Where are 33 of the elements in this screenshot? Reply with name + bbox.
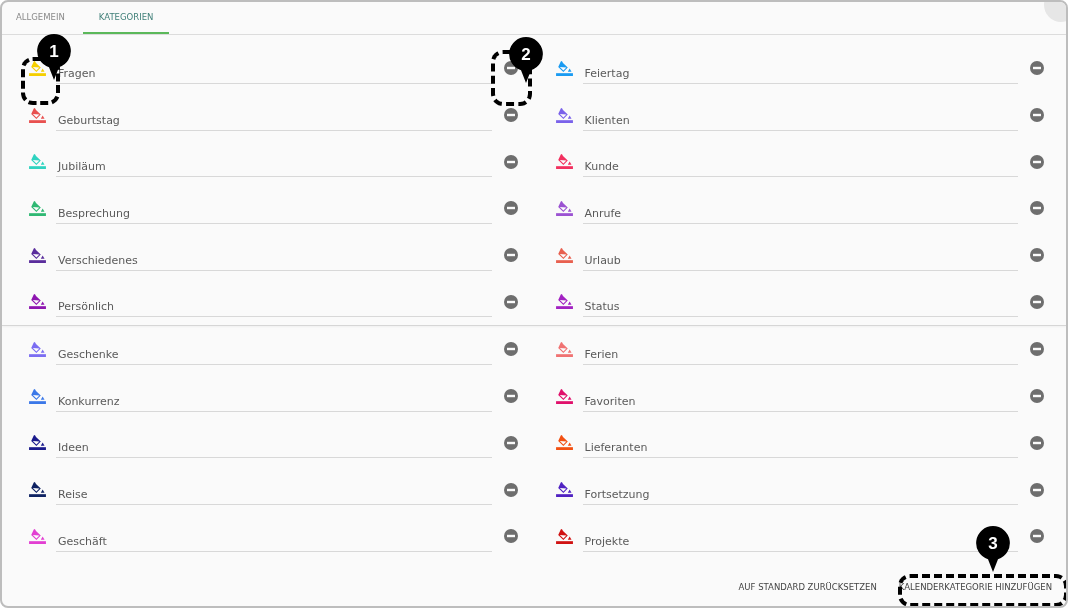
text-button[interactable]: AUF STANDARD ZURÜCKSETZEN — [734, 578, 881, 596]
category-name-field[interactable]: Ideen — [58, 441, 89, 455]
paint-bucket-icon[interactable] — [29, 482, 46, 498]
category-name-field[interactable]: Favoriten — [584, 394, 636, 408]
category-name-field[interactable]: Jubiläum — [58, 160, 106, 174]
paint-bucket-icon[interactable] — [29, 435, 46, 451]
category-name-field[interactable]: Klienten — [584, 113, 630, 127]
paint-bucket-icon[interactable] — [29, 247, 46, 263]
text-button[interactable]: KALENDERKATEGORIE HINZUFÜGEN — [894, 578, 1056, 596]
category-name-field[interactable]: Projekte — [584, 534, 630, 548]
category-name-field[interactable]: Ferien — [584, 347, 619, 361]
category-name-field[interactable]: Reise — [58, 488, 88, 502]
category-name-field[interactable]: Urlaub — [584, 253, 621, 267]
category-name-field[interactable]: Verschiedenes — [58, 253, 138, 267]
category-name-field[interactable]: Geschäft — [58, 534, 107, 548]
category-name-field[interactable]: Fragen — [58, 66, 96, 80]
category-name-field[interactable]: Konkurrenz — [58, 394, 120, 408]
category-name-field[interactable]: Kunde — [584, 160, 619, 174]
paint-bucket-icon[interactable] — [555, 482, 573, 498]
category-name-field[interactable]: Geburtstag — [58, 113, 120, 127]
paint-bucket-icon[interactable] — [29, 294, 46, 310]
category-name-field[interactable]: Persönlich — [58, 300, 115, 314]
callout-marker: 3 — [976, 526, 1010, 572]
category-name-field[interactable]: Feiertag — [584, 66, 630, 80]
category-name-field[interactable]: Status — [584, 300, 620, 314]
category-name-field[interactable]: Geschenke — [58, 347, 119, 361]
tab[interactable]: KATEGORIEN — [82, 2, 170, 34]
category-name-field[interactable]: Fortsetzung — [584, 488, 650, 502]
category-name-field[interactable]: Lieferanten — [584, 441, 648, 455]
callout-marker: 2 — [509, 37, 543, 83]
category-name-field[interactable]: Besprechung — [58, 206, 131, 220]
category-name-field[interactable]: Anrufe — [584, 206, 622, 220]
paint-bucket-icon[interactable] — [29, 60, 46, 76]
